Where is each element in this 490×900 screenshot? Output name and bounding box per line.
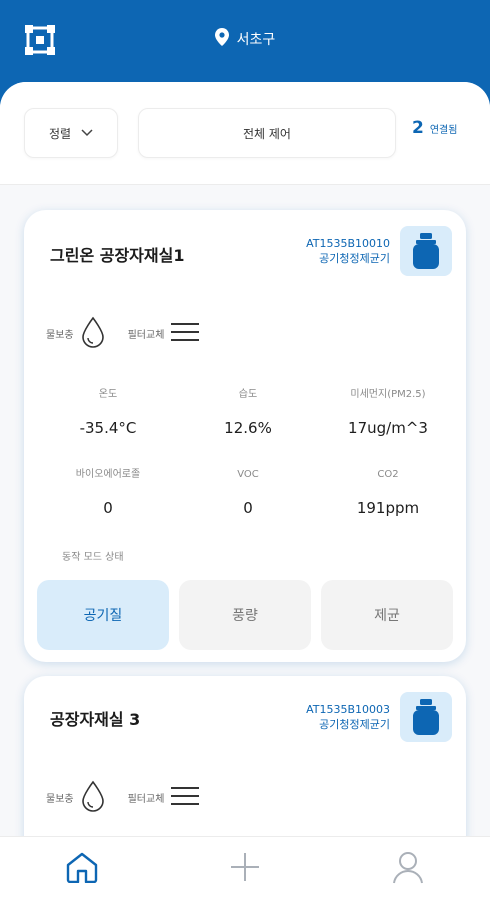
home-icon — [65, 851, 99, 887]
main-sheet: 정렬 전체 제어 2 연결됨 그린온 공장자재실1 AT1535B10010 공… — [0, 82, 490, 900]
metrics-grid: 온도 -35.4°C 습도 12.6% 미세먼지(PM2.5) 17ug/m^3… — [38, 388, 458, 548]
metric-value: 191ppm — [356, 499, 420, 517]
mode-air-quality-button[interactable]: 공기질 — [37, 580, 169, 650]
metric-value: 12.6% — [224, 419, 272, 437]
device-serial: AT1535B10010 — [306, 237, 390, 250]
mode-fan-speed-button[interactable]: 풍량 — [179, 580, 311, 650]
connected-label: 연결됨 — [429, 125, 458, 136]
chevron-down-icon — [81, 126, 93, 140]
all-control-button[interactable]: 전체 제어 — [138, 108, 396, 158]
device-type: 공기청정제균기 — [319, 718, 390, 731]
metric-humidity: 습도 12.6% — [178, 388, 318, 468]
water-drop-icon — [80, 316, 106, 351]
location-label: 서초구 — [236, 32, 276, 48]
metric-bioaerosol: 바이오에어로졸 0 — [38, 468, 178, 548]
water-refill-status: 물보충 — [46, 780, 106, 815]
metric-label: VOC — [237, 469, 259, 480]
nav-add-button[interactable] — [215, 844, 275, 894]
air-purifier-icon — [400, 226, 452, 276]
device-serial-block: AT1535B10010 공기청정제균기 — [306, 236, 390, 266]
device-name: 공장자재실 3 — [50, 710, 141, 729]
metric-value: -35.4°C — [79, 419, 137, 437]
user-icon — [391, 850, 425, 888]
water-label: 물보충 — [46, 330, 74, 341]
device-serial: AT1535B10003 — [306, 703, 390, 716]
metric-label: 온도 — [98, 389, 118, 400]
connected-status: 2 연결됨 — [412, 118, 457, 138]
mode-sterilize-button[interactable]: 제균 — [321, 580, 453, 650]
sort-button[interactable]: 정렬 — [24, 108, 118, 158]
top-bar: 서초구 — [0, 0, 490, 95]
water-refill-status: 물보충 — [46, 316, 106, 351]
device-card[interactable]: 그린온 공장자재실1 AT1535B10010 공기청정제균기 물보충 필터교체… — [24, 210, 466, 662]
filter-replace-status: 필터교체 — [128, 786, 201, 809]
water-drop-icon — [80, 780, 106, 815]
device-name: 그린온 공장자재실1 — [50, 246, 185, 265]
metric-value: 0 — [103, 499, 113, 517]
nav-profile-button[interactable] — [378, 844, 438, 894]
filter-replace-status: 필터교체 — [128, 322, 201, 345]
filter-label: 필터교체 — [127, 330, 165, 341]
status-row: 물보충 필터교체 — [46, 780, 222, 815]
metric-value: 0 — [243, 499, 253, 517]
status-row: 물보충 필터교체 — [46, 316, 222, 351]
device-type: 공기청정제균기 — [319, 252, 390, 265]
location-pin-icon — [214, 28, 229, 50]
metric-pm25: 미세먼지(PM2.5) 17ug/m^3 — [318, 388, 458, 468]
filter-label: 필터교체 — [127, 794, 165, 805]
mode-buttons: 공기질 풍량 제균 — [37, 580, 453, 650]
bottom-nav — [0, 836, 490, 900]
control-bar: 정렬 전체 제어 2 연결됨 — [0, 82, 490, 185]
menu-lines-icon — [170, 786, 200, 809]
metric-label: CO2 — [377, 469, 399, 480]
metrics-row: 온도 -35.4°C 습도 12.6% 미세먼지(PM2.5) 17ug/m^3 — [38, 388, 458, 468]
mode-status-label: 동작 모드 상태 — [62, 552, 124, 563]
sort-label: 정렬 — [48, 126, 72, 141]
metrics-row: 바이오에어로졸 0 VOC 0 CO2 191ppm — [38, 468, 458, 548]
metric-label: 습도 — [238, 389, 258, 400]
all-control-label: 전체 제어 — [243, 126, 291, 141]
air-purifier-icon — [400, 692, 452, 742]
metric-label: 바이오에어로졸 — [75, 469, 141, 480]
metric-label: 미세먼지(PM2.5) — [350, 389, 426, 400]
metric-temperature: 온도 -35.4°C — [38, 388, 178, 468]
metric-voc: VOC 0 — [178, 468, 318, 548]
water-label: 물보충 — [46, 794, 74, 805]
connected-count: 2 — [412, 118, 424, 138]
nav-home-button[interactable] — [52, 844, 112, 894]
menu-lines-icon — [170, 322, 200, 345]
metric-co2: CO2 191ppm — [318, 468, 458, 548]
metric-value: 17ug/m^3 — [348, 419, 428, 437]
device-serial-block: AT1535B10003 공기청정제균기 — [306, 702, 390, 732]
plus-icon — [229, 851, 261, 887]
location-selector[interactable]: 서초구 — [0, 28, 490, 50]
